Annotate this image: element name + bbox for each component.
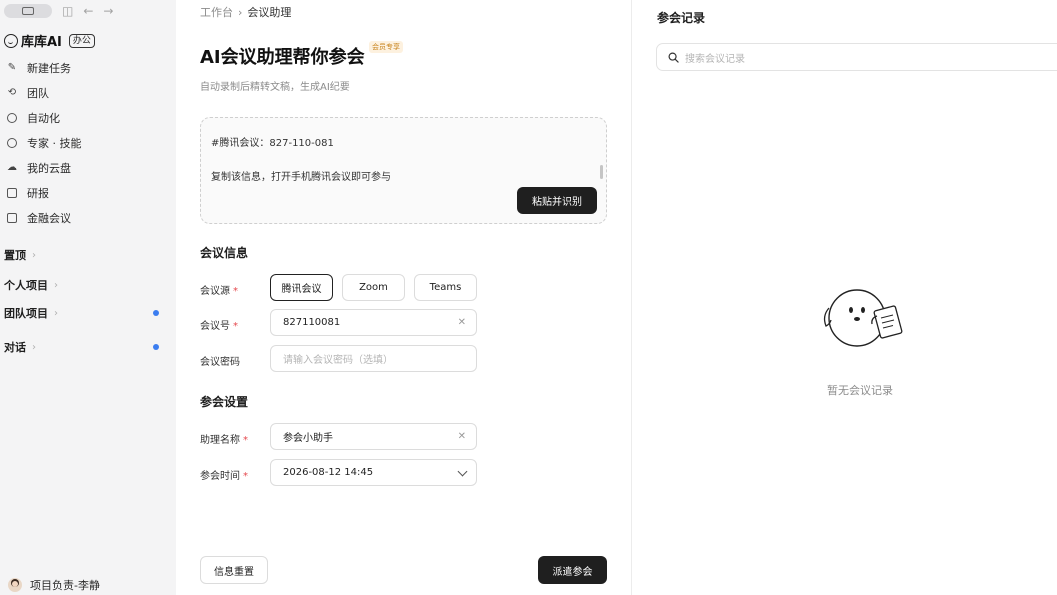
expert-icon (6, 137, 18, 149)
password-placeholder: 请输入会议密码（选填） (283, 355, 393, 366)
page-subtitle: 自动录制后精转文稿，生成AI纪要 (200, 82, 350, 93)
join-time-value: 2026-08-12 14:45 (283, 467, 374, 478)
paste-textarea[interactable]: #腾讯会议：827-110-081 复制该信息，打开手机腾讯会议即可参与 粘贴并… (200, 117, 607, 224)
empty-state-illustration (823, 289, 903, 347)
sidebar-item-label: 团队 (27, 86, 49, 100)
sidebar-item-new-task[interactable]: ✎ 新建任务 (0, 55, 176, 80)
paste-recognize-button[interactable]: 粘贴并识别 (517, 187, 597, 214)
sidebar-item-label: 研报 (27, 186, 49, 200)
sidebar: ◫ ← → 库库AI 办公 ✎ 新建任务 ⟲ 团队 自动化 专家 · 技能 ☁ … (0, 0, 176, 595)
back-arrow-icon[interactable]: ← (83, 4, 93, 18)
main-panel: 工作台 › 会议助理 AI会议助理帮你参会 会员专享 自动录制后精转文稿，生成A… (176, 0, 632, 595)
brand-tag: 办公 (68, 33, 95, 48)
page-title: AI会议助理帮你参会 (200, 47, 365, 68)
meeting-info-heading: 会议信息 (200, 246, 249, 260)
paste-text-line: 复制该信息，打开手机腾讯会议即可参与 (211, 172, 391, 183)
window-controls: ◫ ← → (4, 4, 113, 18)
clear-icon[interactable]: ✕ (458, 317, 466, 328)
panel-icon (22, 7, 34, 15)
records-title: 参会记录 (657, 11, 706, 25)
meeting-password-input[interactable]: 请输入会议密码（选填） (270, 345, 477, 372)
split-view-icon[interactable]: ◫ (62, 4, 73, 18)
section-label: 对话 (4, 341, 26, 354)
breadcrumb-root[interactable]: 工作台 (200, 4, 233, 20)
records-panel: 参会记录 搜索会议记录 暂无会议记录 (633, 0, 1057, 595)
chevron-right-icon: › (54, 307, 58, 319)
sidebar-nav: ✎ 新建任务 ⟲ 团队 自动化 专家 · 技能 ☁ 我的云盘 研报 金融会议 (0, 55, 176, 230)
paste-text-line: #腾讯会议：827-110-081 (211, 138, 334, 149)
meeting-password-label: 会议密码 (200, 357, 240, 368)
brand-name: 库库AI (21, 35, 62, 50)
app-window: ◫ ← → 库库AI 办公 ✎ 新建任务 ⟲ 团队 自动化 专家 · 技能 ☁ … (0, 0, 1057, 595)
sidebar-item-automation[interactable]: 自动化 (0, 105, 176, 130)
clock-icon (6, 112, 18, 124)
section-label: 置顶 (4, 249, 26, 262)
meeting-icon (6, 212, 18, 224)
meeting-number-input[interactable]: 827110081 ✕ (270, 309, 477, 336)
section-conversations[interactable]: 对话 › (0, 337, 176, 357)
chevron-right-icon: › (238, 5, 243, 19)
reset-button[interactable]: 信息重置 (200, 556, 268, 584)
source-option-teams[interactable]: Teams (414, 274, 477, 301)
chevron-right-icon: › (32, 249, 36, 261)
sidebar-item-label: 自动化 (27, 111, 60, 125)
sidebar-item-report[interactable]: 研报 (0, 180, 176, 205)
section-label: 团队项目 (4, 307, 48, 320)
cloud-icon: ☁ (7, 162, 17, 173)
meeting-number-value: 827110081 (283, 317, 341, 328)
member-badge: 会员专享 (369, 41, 403, 53)
assistant-name-label: 助理名称 * (200, 435, 248, 446)
sidebar-item-label: 专家 · 技能 (27, 136, 82, 150)
section-label: 个人项目 (4, 279, 48, 292)
search-icon (668, 52, 679, 63)
report-icon (6, 187, 18, 199)
source-option-zoom[interactable]: Zoom (342, 274, 405, 301)
notification-dot (153, 310, 159, 316)
meeting-number-label: 会议号 * (200, 321, 238, 332)
brand-logo-icon (4, 33, 18, 48)
sidebar-item-finance-meeting[interactable]: 金融会议 (0, 205, 176, 230)
assistant-name-value: 参会小助手 (283, 433, 333, 444)
sidebar-item-label: 新建任务 (27, 61, 71, 75)
sidebar-toggle-button[interactable] (4, 4, 52, 18)
sidebar-item-team[interactable]: ⟲ 团队 (0, 80, 176, 105)
clear-icon[interactable]: ✕ (458, 431, 466, 442)
chevron-down-icon (457, 466, 468, 477)
chevron-right-icon: › (54, 279, 58, 291)
section-team-projects[interactable]: 团队项目 › (0, 303, 176, 323)
avatar (8, 578, 22, 592)
user-profile[interactable]: 项目负责-李静 (8, 577, 100, 593)
sidebar-item-label: 金融会议 (27, 211, 71, 225)
section-personal-projects[interactable]: 个人项目 › (0, 275, 176, 295)
edit-icon: ✎ (7, 62, 17, 73)
dispatch-join-button[interactable]: 派遣参会 (538, 556, 607, 584)
section-pinned[interactable]: 置顶 › (0, 245, 176, 265)
sidebar-item-cloud[interactable]: ☁ 我的云盘 (0, 155, 176, 180)
empty-state-text: 暂无会议记录 (827, 384, 893, 397)
search-placeholder: 搜索会议记录 (685, 53, 745, 65)
join-time-select[interactable]: 2026-08-12 14:45 (270, 459, 477, 486)
team-icon: ⟲ (7, 87, 17, 98)
user-name: 项目负责-李静 (30, 579, 100, 592)
sidebar-item-label: 我的云盘 (27, 161, 71, 175)
source-label: 会议源 * (200, 286, 238, 297)
assistant-name-input[interactable]: 参会小助手 ✕ (270, 423, 477, 450)
sidebar-item-experts[interactable]: 专家 · 技能 (0, 130, 176, 155)
notification-dot (153, 344, 159, 350)
source-option-tencent[interactable]: 腾讯会议 (270, 274, 333, 301)
forward-arrow-icon[interactable]: → (103, 4, 113, 18)
search-input[interactable]: 搜索会议记录 (656, 43, 1057, 71)
breadcrumb: 工作台 › 会议助理 (200, 4, 291, 20)
scrollbar[interactable] (600, 165, 603, 179)
breadcrumb-current: 会议助理 (247, 6, 292, 19)
brand[interactable]: 库库AI 办公 (4, 31, 95, 50)
join-settings-heading: 参会设置 (200, 395, 249, 409)
join-time-label: 参会时间 * (200, 471, 248, 482)
chevron-right-icon: › (32, 341, 36, 353)
